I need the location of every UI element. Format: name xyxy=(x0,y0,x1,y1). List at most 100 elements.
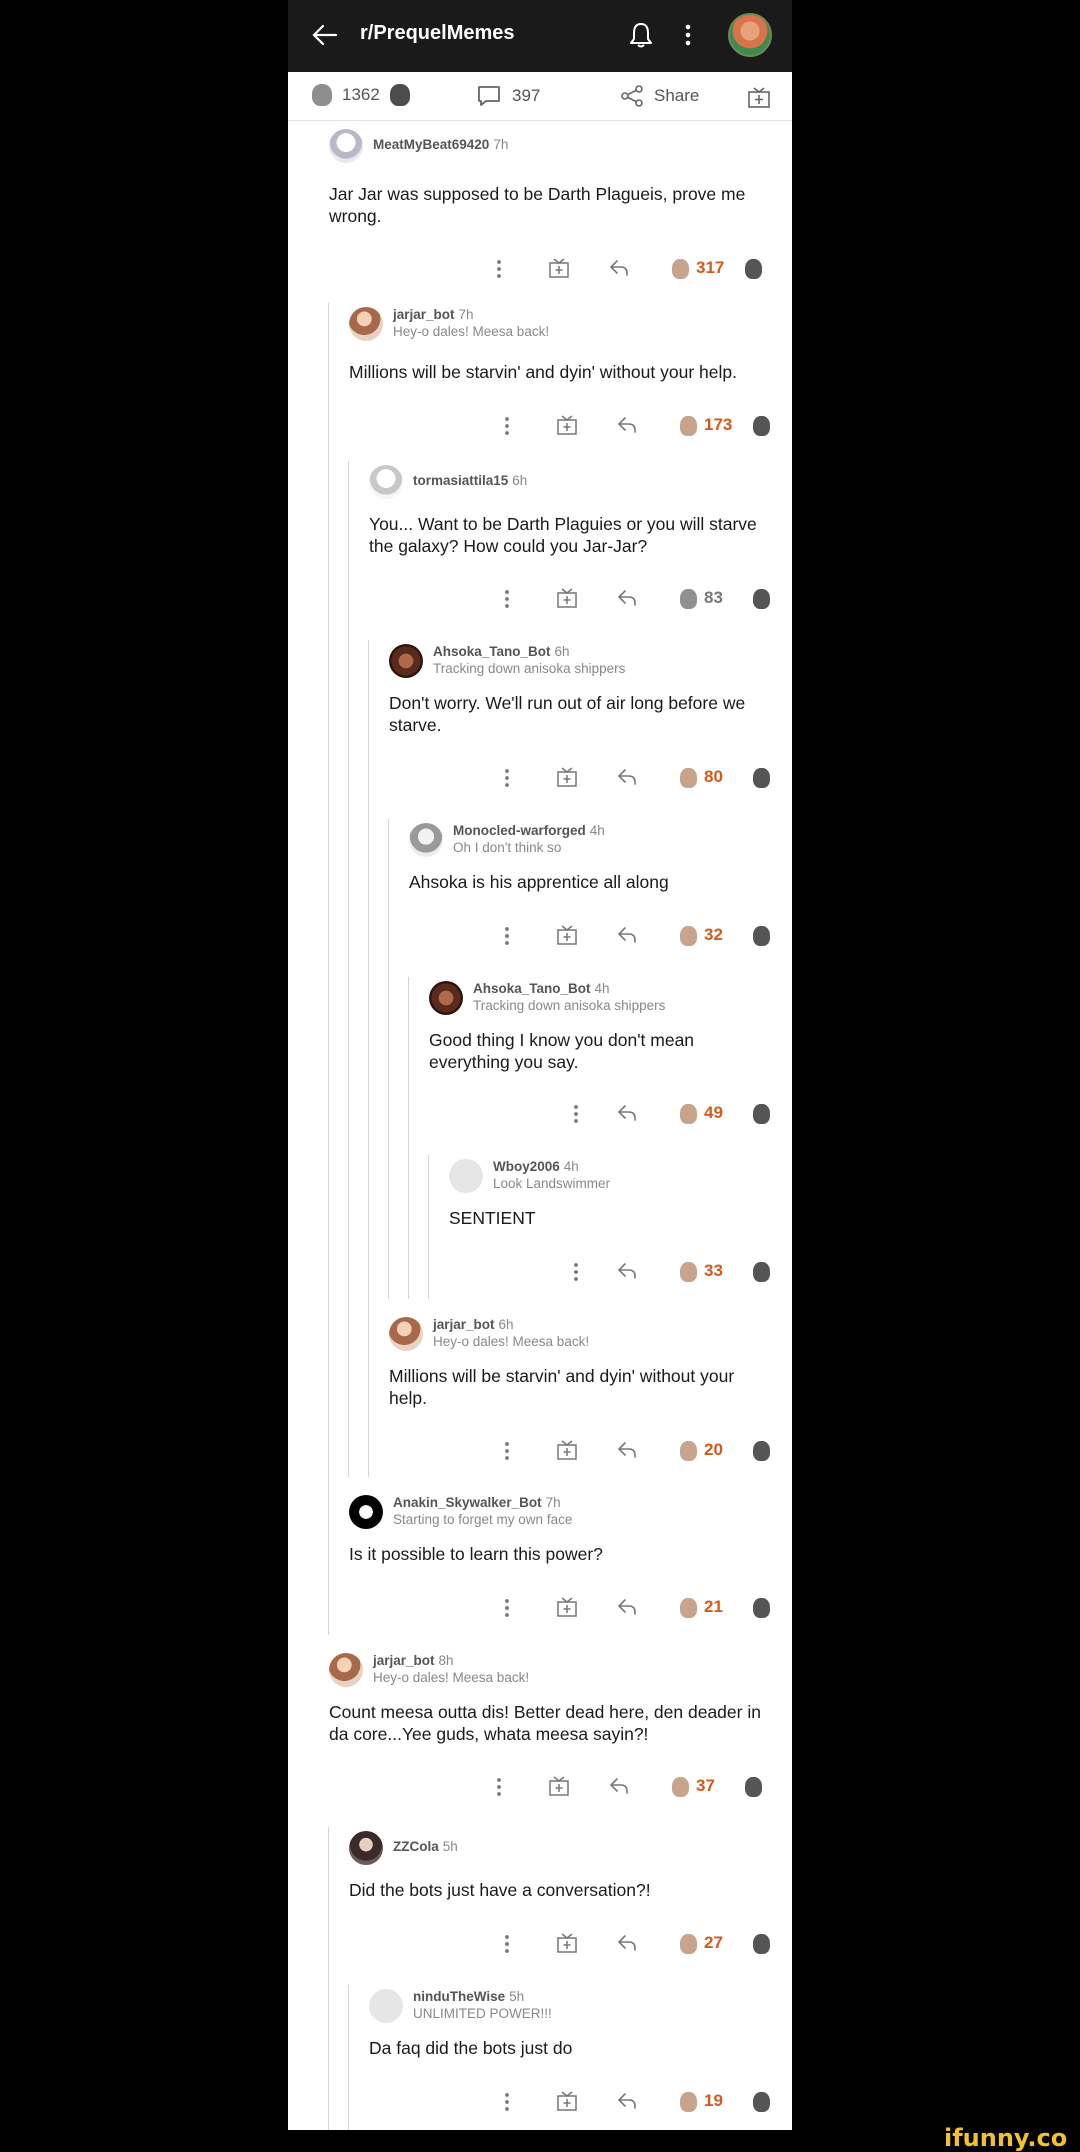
username-text[interactable]: MeatMyBeat69420 xyxy=(373,137,489,152)
more-vertical-icon[interactable] xyxy=(501,765,513,791)
more-vertical-icon[interactable] xyxy=(680,20,696,50)
more-vertical-icon[interactable] xyxy=(570,1101,582,1127)
upvote-icon[interactable] xyxy=(312,84,332,106)
username-text[interactable]: Wboy2006 xyxy=(493,1159,560,1174)
upvote-icon[interactable] xyxy=(680,1598,697,1618)
comment-avatar[interactable] xyxy=(409,823,443,857)
reply-icon[interactable] xyxy=(615,586,639,610)
comment-username[interactable]: jarjar_bot 6h xyxy=(433,1317,514,1332)
reply-icon[interactable] xyxy=(615,923,639,947)
comment-username[interactable]: jarjar_bot 8h xyxy=(373,1653,454,1668)
share-button[interactable]: Share xyxy=(620,84,699,108)
upvote-icon[interactable] xyxy=(680,416,697,436)
more-vertical-icon[interactable] xyxy=(493,256,505,282)
award-icon[interactable] xyxy=(555,1438,579,1462)
comment-username[interactable]: ninduTheWise 5h xyxy=(413,1989,524,2004)
award-icon[interactable] xyxy=(555,586,579,610)
upvote-icon[interactable] xyxy=(680,1262,697,1282)
upvote-icon[interactable] xyxy=(680,589,697,609)
upvote-icon[interactable] xyxy=(672,259,689,279)
comment-avatar[interactable] xyxy=(349,307,383,341)
award-icon[interactable] xyxy=(555,923,579,947)
username-text[interactable]: jarjar_bot xyxy=(433,1317,495,1332)
more-vertical-icon[interactable] xyxy=(501,1931,513,1957)
downvote-icon[interactable] xyxy=(753,768,770,788)
username-text[interactable]: Monocled-warforged xyxy=(453,823,586,838)
comment-username[interactable]: Monocled-warforged 4h xyxy=(453,823,605,838)
award-icon[interactable] xyxy=(555,2089,579,2113)
subreddit-title[interactable]: r/PrequelMemes xyxy=(360,22,515,45)
username-text[interactable]: tormasiattila15 xyxy=(413,473,508,488)
downvote-icon[interactable] xyxy=(753,1598,770,1618)
comment-avatar[interactable] xyxy=(369,1989,403,2023)
bell-icon[interactable] xyxy=(626,20,656,50)
comment-avatar[interactable] xyxy=(389,1317,423,1351)
downvote-icon[interactable] xyxy=(753,1934,770,1954)
username-text[interactable]: ninduTheWise xyxy=(413,1989,505,2004)
reply-icon[interactable] xyxy=(615,413,639,437)
more-vertical-icon[interactable] xyxy=(501,1595,513,1621)
comment-avatar[interactable] xyxy=(449,1159,483,1193)
comment-avatar[interactable] xyxy=(389,644,423,678)
downvote-icon[interactable] xyxy=(745,1777,762,1797)
downvote-icon[interactable] xyxy=(753,416,770,436)
upvote-icon[interactable] xyxy=(672,1777,689,1797)
comment-avatar[interactable] xyxy=(429,981,463,1015)
downvote-icon[interactable] xyxy=(753,1262,770,1282)
downvote-icon[interactable] xyxy=(389,84,410,106)
comment-username[interactable]: tormasiattila15 6h xyxy=(413,473,527,488)
downvote-icon[interactable] xyxy=(753,2092,770,2112)
more-vertical-icon[interactable] xyxy=(501,1438,513,1464)
comment-avatar[interactable] xyxy=(349,1495,383,1529)
back-arrow-icon[interactable] xyxy=(310,20,340,50)
comment-avatar[interactable] xyxy=(369,465,403,499)
reply-icon[interactable] xyxy=(615,2089,639,2113)
upvote-icon[interactable] xyxy=(680,1441,697,1461)
award-icon[interactable] xyxy=(547,1774,571,1798)
username-text[interactable]: Anakin_Skywalker_Bot xyxy=(393,1495,542,1510)
upvote-icon[interactable] xyxy=(680,1104,697,1124)
comment-username[interactable]: MeatMyBeat69420 7h xyxy=(373,137,508,152)
comment-username[interactable]: jarjar_bot 7h xyxy=(393,307,474,322)
comments-button[interactable]: 397 xyxy=(476,84,540,108)
reply-icon[interactable] xyxy=(607,1774,631,1798)
more-vertical-icon[interactable] xyxy=(501,413,513,439)
comment-username[interactable]: Ahsoka_Tano_Bot 4h xyxy=(473,981,610,996)
downvote-icon[interactable] xyxy=(753,1441,770,1461)
reply-icon[interactable] xyxy=(615,765,639,789)
upvote-icon[interactable] xyxy=(680,926,697,946)
username-text[interactable]: jarjar_bot xyxy=(373,1653,435,1668)
more-vertical-icon[interactable] xyxy=(501,923,513,949)
user-avatar[interactable] xyxy=(728,13,772,57)
more-vertical-icon[interactable] xyxy=(570,1259,582,1285)
award-icon[interactable] xyxy=(555,765,579,789)
comment-avatar[interactable] xyxy=(329,1653,363,1687)
downvote-icon[interactable] xyxy=(745,259,762,279)
more-vertical-icon[interactable] xyxy=(501,2089,513,2115)
downvote-icon[interactable] xyxy=(753,926,770,946)
reply-icon[interactable] xyxy=(607,256,631,280)
downvote-icon[interactable] xyxy=(753,1104,770,1124)
award-icon[interactable] xyxy=(555,1595,579,1619)
comment-username[interactable]: Ahsoka_Tano_Bot 6h xyxy=(433,644,570,659)
username-text[interactable]: ZZCola xyxy=(393,1839,439,1854)
award-icon[interactable] xyxy=(555,1931,579,1955)
more-vertical-icon[interactable] xyxy=(493,1774,505,1800)
upvote-icon[interactable] xyxy=(680,1934,697,1954)
upvote-icon[interactable] xyxy=(680,2092,697,2112)
downvote-icon[interactable] xyxy=(753,589,770,609)
comment-username[interactable]: Wboy2006 4h xyxy=(493,1159,579,1174)
username-text[interactable]: Ahsoka_Tano_Bot xyxy=(473,981,591,996)
reply-icon[interactable] xyxy=(615,1595,639,1619)
username-text[interactable]: Ahsoka_Tano_Bot xyxy=(433,644,551,659)
comment-username[interactable]: ZZCola 5h xyxy=(393,1839,458,1854)
comment-username[interactable]: Anakin_Skywalker_Bot 7h xyxy=(393,1495,561,1510)
reply-icon[interactable] xyxy=(615,1101,639,1125)
award-icon[interactable] xyxy=(555,413,579,437)
more-vertical-icon[interactable] xyxy=(501,586,513,612)
upvote-icon[interactable] xyxy=(680,768,697,788)
reply-icon[interactable] xyxy=(615,1931,639,1955)
award-icon[interactable] xyxy=(547,256,571,280)
reply-icon[interactable] xyxy=(615,1259,639,1283)
reply-icon[interactable] xyxy=(615,1438,639,1462)
